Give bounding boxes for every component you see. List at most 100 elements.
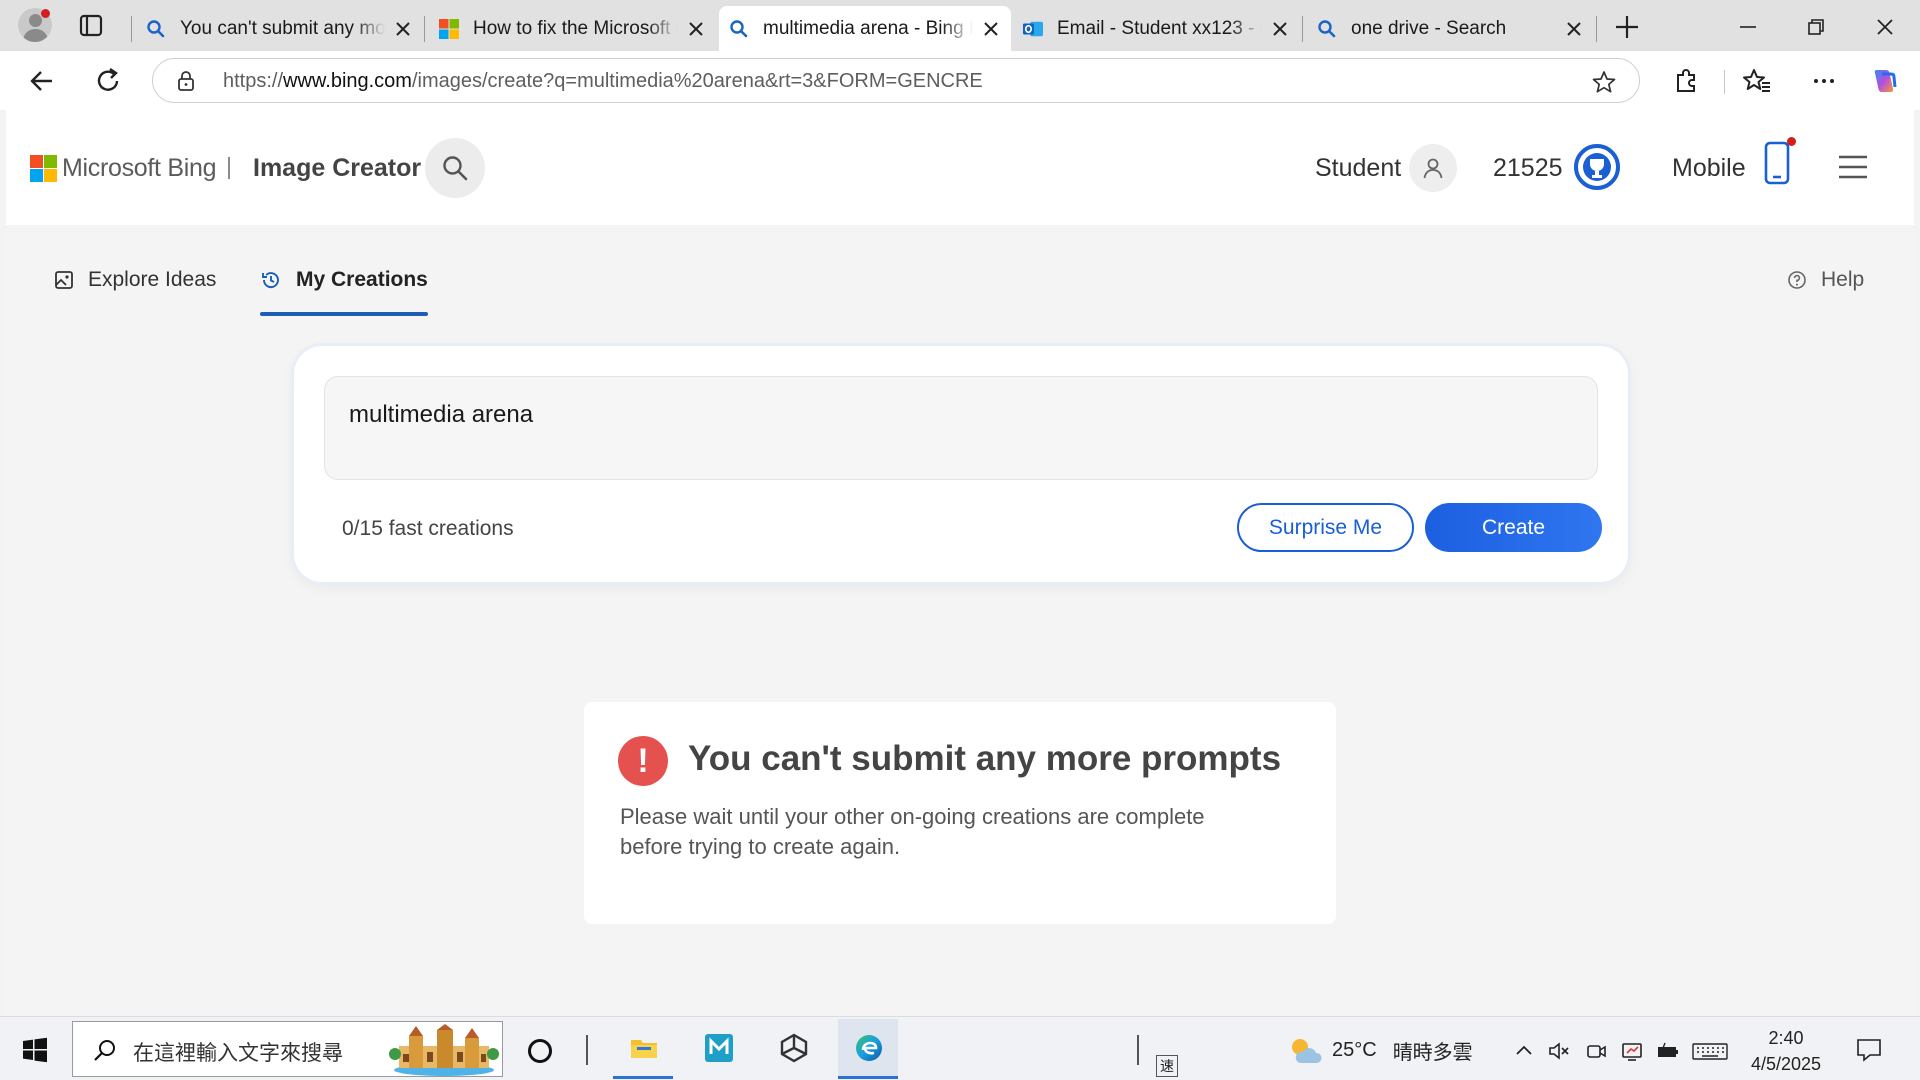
more-options-icon[interactable]	[1808, 65, 1840, 97]
user-icon	[1423, 158, 1443, 179]
bing-search-icon	[730, 19, 748, 37]
restore-icon[interactable]	[1801, 12, 1831, 42]
taskbar-search-placeholder: 在這裡輸入文字來搜尋	[133, 1042, 343, 1065]
microsoft-logo-icon[interactable]	[30, 155, 57, 182]
address-bar[interactable]: https://www.bing.com/images/create?q=mul…	[152, 58, 1640, 103]
user-avatar[interactable]	[1409, 144, 1457, 192]
browser-tab-strip: You can't submit any more prompts How to…	[0, 0, 1920, 51]
windows-taskbar: 在這裡輸入文字來搜尋 速 25°C 晴時多雲 2:40 4/5/2025	[0, 1016, 1920, 1080]
microsoft-logo-icon	[439, 18, 459, 39]
maya-icon	[705, 1034, 733, 1062]
close-tab-icon[interactable]	[981, 19, 1001, 39]
bing-search-icon	[147, 19, 165, 37]
rewards-trophy-icon[interactable]	[1573, 143, 1621, 191]
tab-label: Explore Ideas	[88, 268, 217, 291]
help-link[interactable]: Help	[1787, 268, 1864, 292]
tab-actions-icon[interactable]	[72, 12, 108, 40]
browser-tab-4[interactable]: Email - Student xx123 - Outlook	[1013, 6, 1300, 51]
browser-tab-3-active[interactable]: multimedia arena - Bing Image Creator	[719, 6, 1011, 51]
close-tab-icon[interactable]	[1270, 19, 1290, 39]
product-title[interactable]: Image Creator	[253, 154, 421, 183]
search-icon	[94, 1040, 115, 1061]
notifications-icon[interactable]	[1856, 1037, 1882, 1063]
keyboard-icon[interactable]	[1692, 1039, 1728, 1063]
unity-icon	[780, 1033, 808, 1063]
taskbar-search-box[interactable]: 在這裡輸入文字來搜尋	[72, 1021, 503, 1077]
help-label: Help	[1821, 268, 1865, 291]
brand-name[interactable]: Microsoft Bing	[62, 154, 216, 183]
error-message: Please wait until your other on-going cr…	[620, 804, 1205, 859]
cortana-icon[interactable]	[528, 1039, 552, 1063]
weather-widget[interactable]: 25°C 晴時多雲	[1288, 1035, 1473, 1065]
taskbar-file-explorer[interactable]	[613, 1019, 673, 1079]
speaker-muted-icon[interactable]	[1547, 1039, 1571, 1063]
browser-tab-2[interactable]: How to fix the Microsoft Copilot	[429, 6, 716, 51]
refresh-icon[interactable]	[92, 65, 124, 97]
close-tab-icon[interactable]	[393, 19, 413, 39]
back-icon[interactable]	[26, 65, 58, 97]
favorites-icon[interactable]	[1741, 65, 1773, 97]
meet-now-icon[interactable]	[1584, 1039, 1608, 1063]
favorite-star-icon[interactable]	[1591, 69, 1617, 95]
tab-label: My Creations	[296, 268, 428, 291]
mobile-phone-icon[interactable]	[1759, 139, 1793, 187]
edge-icon	[856, 1035, 882, 1061]
error-alert-icon: !	[618, 736, 668, 786]
clock-date: 4/5/2025	[1750, 1054, 1822, 1074]
prompt-input[interactable]: multimedia arena	[324, 376, 1598, 480]
mobile-label[interactable]: Mobile	[1672, 154, 1746, 183]
search-icon	[443, 156, 468, 181]
chevron-up-icon[interactable]	[1512, 1039, 1536, 1063]
error-card: ! You can't submit any more prompts Plea…	[584, 702, 1336, 924]
close-tab-icon[interactable]	[686, 19, 706, 39]
fast-creations-count: 0/15 fast creations	[342, 517, 514, 540]
browser-toolbar: https://www.bing.com/images/create?q=mul…	[0, 51, 1920, 110]
bing-header: Microsoft Bing Image Creator Student 215…	[6, 110, 1914, 225]
extensions-icon[interactable]	[1670, 65, 1702, 97]
tab-title: How to fix the Microsoft Copilot	[473, 17, 678, 39]
create-button[interactable]: Create	[1425, 503, 1602, 552]
tab-title: multimedia arena - Bing Image Creator	[763, 17, 973, 39]
weather-description: 晴時多雲	[1392, 1041, 1473, 1064]
surprise-me-button[interactable]: Surprise Me	[1237, 503, 1414, 552]
error-title: You can't submit any more prompts	[688, 739, 1282, 778]
taskbar-edge-app[interactable]	[838, 1019, 898, 1079]
clock-time: 2:40	[1768, 1028, 1804, 1048]
system-clock[interactable]: 2:40 4/5/2025	[1736, 1025, 1836, 1077]
close-window-icon[interactable]	[1870, 12, 1900, 42]
search-highlight-illustration-icon	[389, 1024, 499, 1076]
hamburger-menu-icon[interactable]	[1836, 152, 1870, 182]
temperature: 25°C	[1332, 1038, 1377, 1061]
network-icon[interactable]	[1620, 1039, 1644, 1063]
lock-icon[interactable]	[175, 70, 197, 92]
rewards-points[interactable]: 21525	[1493, 154, 1563, 183]
outlook-icon	[1023, 21, 1043, 36]
bing-search-icon	[1318, 19, 1336, 37]
tab-explore-ideas[interactable]: Explore Ideas	[54, 268, 216, 292]
new-tab-icon[interactable]	[1612, 12, 1642, 42]
copilot-icon[interactable]	[1868, 65, 1900, 97]
folder-icon	[631, 1040, 657, 1058]
taskbar-maya-app[interactable]	[688, 1019, 748, 1079]
profile-notification-dot	[41, 9, 50, 18]
close-tab-icon[interactable]	[1564, 19, 1584, 39]
notification-dot	[1787, 137, 1796, 146]
history-icon	[262, 272, 279, 289]
partly-cloudy-icon	[1292, 1039, 1322, 1063]
browser-tab-5[interactable]: one drive - Search	[1307, 6, 1594, 51]
battery-icon[interactable]	[1656, 1039, 1680, 1063]
active-tab-indicator	[260, 312, 428, 316]
windows-start-icon[interactable]	[22, 1037, 48, 1063]
tab-my-creations[interactable]: My Creations	[260, 268, 428, 292]
ime-indicator[interactable]: 速	[1156, 1055, 1178, 1077]
url-text[interactable]: https://www.bing.com/images/create?q=mul…	[223, 70, 983, 93]
image-icon	[55, 271, 73, 289]
user-name[interactable]: Student	[1315, 154, 1401, 183]
page-content: Microsoft Bing Image Creator Student 215…	[6, 110, 1914, 1016]
tab-title: one drive - Search	[1351, 17, 1507, 39]
taskbar-unity-app[interactable]	[763, 1019, 823, 1079]
browser-tab-1[interactable]: You can't submit any more prompts	[136, 6, 423, 51]
minimize-icon[interactable]	[1733, 12, 1763, 42]
prompt-card: multimedia arena 0/15 fast creations Sur…	[294, 346, 1628, 582]
search-button[interactable]	[425, 138, 485, 198]
